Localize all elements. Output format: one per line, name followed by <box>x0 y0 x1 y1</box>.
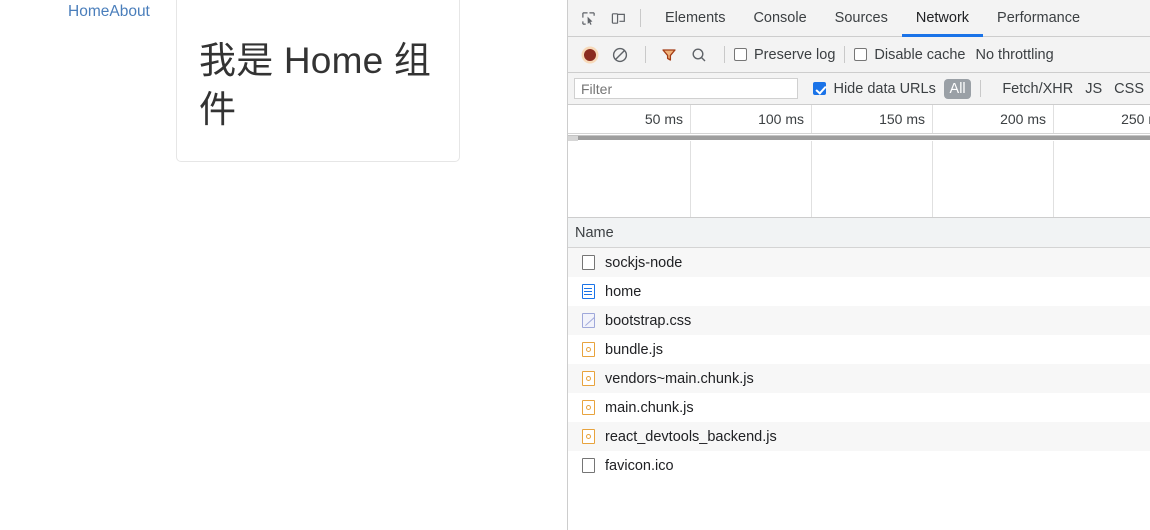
resource-filter-js[interactable]: JS <box>1085 81 1102 97</box>
hide-data-urls-checkbox[interactable]: Hide data URLs <box>813 80 936 97</box>
disable-cache-checkbox[interactable]: Disable cache <box>854 47 965 63</box>
resource-filter-fetch-xhr[interactable]: Fetch/XHR <box>1002 81 1073 97</box>
ruler-tick-100: 100 ms <box>690 105 811 133</box>
clear-network-log-icon[interactable] <box>606 42 634 68</box>
controls-divider-3 <box>844 46 846 63</box>
resource-filter-all[interactable]: All <box>943 78 972 99</box>
table-row[interactable]: favicon.ico <box>568 451 1150 480</box>
table-row[interactable]: react_devtools_backend.js <box>568 422 1150 451</box>
device-toolbar-icon[interactable] <box>604 5 632 31</box>
overview-grid <box>568 141 1150 217</box>
nav-link-about[interactable]: About <box>109 3 150 20</box>
table-row[interactable]: sockjs-node <box>568 248 1150 277</box>
hide-data-urls-box <box>813 82 827 95</box>
page-viewport: HomeAbout 我是 Home 组件 <box>0 0 567 530</box>
resource-filter-css[interactable]: CSS <box>1114 81 1144 97</box>
overview-gridline <box>811 141 812 217</box>
preserve-log-label: Preserve log <box>754 46 836 63</box>
filter-input[interactable] <box>574 78 799 99</box>
ruler-tick-150: 150 ms <box>811 105 932 133</box>
tab-sources[interactable]: Sources <box>821 0 902 37</box>
overview-gridline <box>690 141 691 217</box>
request-name: sockjs-node <box>605 254 683 271</box>
ruler-tick-200: 200 ms <box>932 105 1053 133</box>
requests-table-header[interactable]: Name <box>568 218 1150 248</box>
request-name: bootstrap.css <box>605 312 692 329</box>
requests-table-body: sockjs-node home bootstrap.css bundle.js… <box>568 248 1150 480</box>
tab-elements[interactable]: Elements <box>651 0 739 37</box>
script-file-icon <box>580 400 596 416</box>
disable-cache-label: Disable cache <box>874 46 966 63</box>
overview-gridline <box>932 141 933 217</box>
column-header-name: Name <box>575 224 614 241</box>
tabbar-divider <box>640 9 641 27</box>
timeline-ruler: 50 ms 100 ms 150 ms 200 ms 250 ms <box>568 105 1150 134</box>
request-name: favicon.ico <box>605 457 674 474</box>
nav-link-home[interactable]: Home <box>68 3 109 20</box>
home-card: 我是 Home 组件 <box>176 0 460 162</box>
network-controls: Preserve log Disable cache No throttling <box>568 37 1150 73</box>
generic-file-icon <box>580 255 596 271</box>
disable-cache-box <box>854 48 868 61</box>
generic-file-icon <box>580 458 596 474</box>
tab-console[interactable]: Console <box>739 0 820 37</box>
script-file-icon <box>580 429 596 445</box>
search-icon[interactable] <box>685 42 713 68</box>
screen-root: HomeAbout 我是 Home 组件 Elements Console So… <box>0 0 1150 530</box>
request-name: home <box>605 283 642 300</box>
record-stop-icon[interactable] <box>576 42 604 68</box>
ruler-tick-50: 50 ms <box>644 111 683 127</box>
table-row[interactable]: bootstrap.css <box>568 306 1150 335</box>
preserve-log-box <box>734 48 747 61</box>
filter-funnel-icon[interactable] <box>655 42 683 68</box>
table-row[interactable]: bundle.js <box>568 335 1150 364</box>
request-name: main.chunk.js <box>605 399 694 416</box>
stylesheet-file-icon <box>580 313 596 329</box>
table-row[interactable]: main.chunk.js <box>568 393 1150 422</box>
page-title: 我是 Home 组件 <box>199 40 432 130</box>
filterbar-divider <box>980 80 982 97</box>
devtools-panel: Elements Console Sources Network Perform… <box>567 0 1150 530</box>
table-row[interactable]: vendors~main.chunk.js <box>568 364 1150 393</box>
hide-data-urls-label: Hide data URLs <box>833 80 936 97</box>
inspect-element-icon[interactable] <box>574 5 602 31</box>
request-name: vendors~main.chunk.js <box>605 370 754 387</box>
page-nav: HomeAbout <box>68 2 150 22</box>
document-file-icon <box>580 284 596 300</box>
throttling-select[interactable]: No throttling <box>975 47 1053 63</box>
network-filterbar: Hide data URLs All Fetch/XHR JS CSS <box>568 73 1150 105</box>
devtools-tabbar: Elements Console Sources Network Perform… <box>568 0 1150 37</box>
script-file-icon <box>580 371 596 387</box>
ruler-tick-250: 250 ms <box>1053 105 1150 133</box>
script-file-icon <box>580 342 596 358</box>
table-row[interactable]: home <box>568 277 1150 306</box>
request-name: bundle.js <box>605 341 664 358</box>
devtools-tabs: Elements Console Sources Network Perform… <box>651 0 1094 37</box>
controls-divider-2 <box>724 46 725 63</box>
preserve-log-checkbox[interactable]: Preserve log <box>734 47 835 63</box>
tab-performance[interactable]: Performance <box>983 0 1094 37</box>
request-name: react_devtools_backend.js <box>605 428 777 445</box>
network-overview[interactable]: 50 ms 100 ms 150 ms 200 ms 250 ms <box>568 105 1150 218</box>
overview-selection-bar[interactable] <box>568 135 1150 141</box>
overview-gridline <box>1053 141 1054 217</box>
tab-network[interactable]: Network <box>901 0 984 37</box>
controls-divider-1 <box>645 46 646 63</box>
